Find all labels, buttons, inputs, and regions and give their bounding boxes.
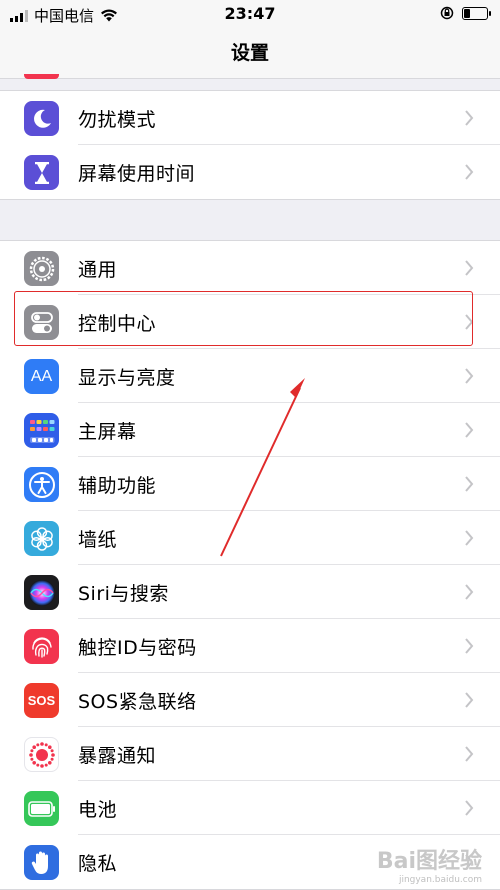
- row-label: 触控ID与密码: [78, 637, 197, 659]
- chevron-right-icon: [465, 638, 474, 654]
- chevron-right-icon: [465, 422, 474, 438]
- settings-row-screen-time[interactable]: 屏幕使用时间: [0, 145, 500, 199]
- chevron-right-icon: [465, 368, 474, 384]
- nav-bar: 设置: [0, 28, 500, 79]
- hourglass-icon: [24, 155, 59, 190]
- flower-icon: [24, 521, 59, 556]
- home-grid-icon: [24, 413, 59, 448]
- status-bar: 中国电信 23:47: [0, 0, 500, 28]
- settings-group-focus: 勿扰模式 屏幕使用时间: [0, 90, 500, 200]
- orientation-lock-icon: [440, 6, 454, 20]
- status-right: [440, 6, 491, 20]
- row-label: 暴露通知: [78, 745, 157, 767]
- chevron-right-icon: [465, 110, 474, 126]
- settings-row-exposure-notifications[interactable]: 暴露通知: [0, 727, 500, 781]
- settings-row-battery[interactable]: 电池: [0, 781, 500, 835]
- settings-row-accessibility[interactable]: 辅助功能: [0, 457, 500, 511]
- settings-row-wallpaper[interactable]: 墙纸: [0, 511, 500, 565]
- aa-icon: AA: [24, 359, 59, 394]
- chevron-right-icon: [465, 800, 474, 816]
- status-time: 23:47: [224, 4, 276, 23]
- row-label: 屏幕使用时间: [78, 163, 196, 185]
- watermark-logo: Bai图经验 jingyan.baidu.com: [377, 843, 482, 885]
- row-label: 勿扰模式: [78, 109, 157, 131]
- settings-row-siri-search[interactable]: Siri与搜索: [0, 565, 500, 619]
- accessibility-icon: [24, 467, 59, 502]
- row-label: SOS紧急联络: [78, 691, 197, 713]
- hand-icon: [24, 845, 59, 880]
- chevron-right-icon: [465, 692, 474, 708]
- gear-icon: [24, 251, 59, 286]
- settings-row-general[interactable]: 通用: [0, 241, 500, 295]
- row-label: 辅助功能: [78, 475, 157, 497]
- chevron-right-icon: [465, 530, 474, 546]
- watermark-text: Bai图经验: [376, 849, 482, 874]
- battery-icon: [24, 791, 59, 826]
- partial-row-top: [24, 74, 59, 79]
- sos-icon: SOS: [24, 683, 59, 718]
- row-label: 显示与亮度: [78, 367, 176, 389]
- row-label: 主屏幕: [78, 421, 137, 443]
- settings-row-touch-id-passcode[interactable]: 触控ID与密码: [0, 619, 500, 673]
- status-battery-icon: [462, 6, 491, 20]
- exposure-icon: [24, 737, 59, 772]
- settings-row-home-screen[interactable]: 主屏幕: [0, 403, 500, 457]
- row-label: Siri与搜索: [78, 583, 169, 605]
- moon-icon: [24, 101, 59, 136]
- chevron-right-icon: [465, 476, 474, 492]
- siri-icon: [24, 575, 59, 610]
- row-label: 电池: [78, 799, 118, 821]
- chevron-right-icon: [465, 260, 474, 276]
- chevron-right-icon: [465, 164, 474, 180]
- chevron-right-icon: [465, 584, 474, 600]
- settings-row-do-not-disturb[interactable]: 勿扰模式: [0, 91, 500, 145]
- row-label: 墙纸: [78, 529, 118, 551]
- row-label: 通用: [78, 259, 118, 281]
- watermark-url: jingyan.baidu.com: [398, 875, 482, 885]
- fingerprint-icon: [24, 629, 59, 664]
- annotation-highlight-box: [14, 291, 473, 346]
- page-title: 设置: [230, 42, 269, 64]
- settings-row-display-brightness[interactable]: AA 显示与亮度: [0, 349, 500, 403]
- row-label: 隐私: [78, 853, 118, 875]
- settings-row-emergency-sos[interactable]: SOS SOS紧急联络: [0, 673, 500, 727]
- chevron-right-icon: [465, 746, 474, 762]
